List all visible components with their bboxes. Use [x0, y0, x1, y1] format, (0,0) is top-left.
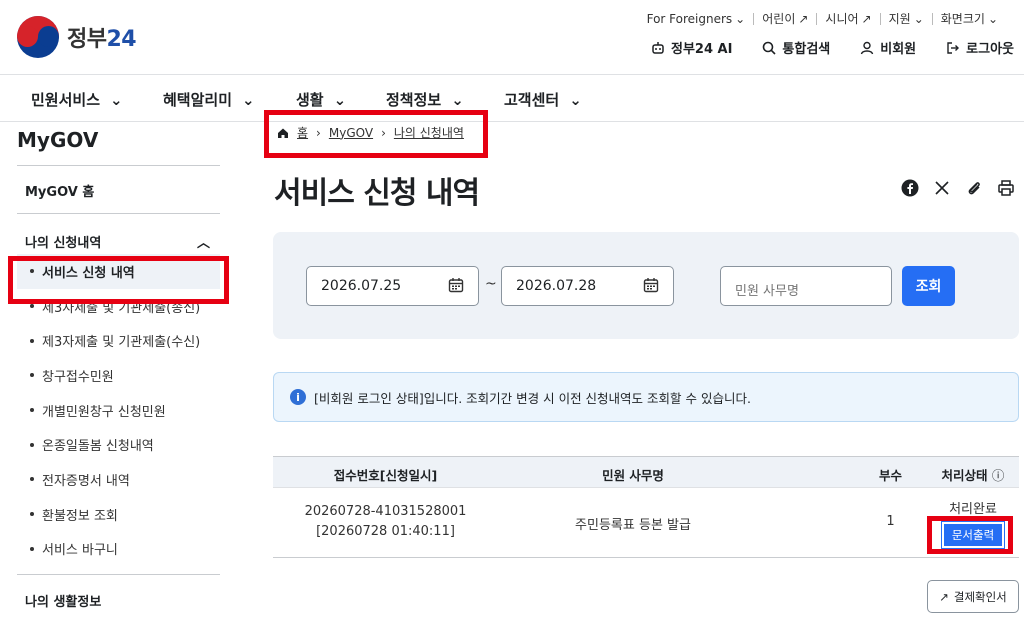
sidebar-item-mygov-home[interactable]: MyGOV 홈	[17, 166, 220, 214]
receipt-number: 20260728-41031528001	[304, 504, 467, 519]
payment-receipt-button[interactable]: ↗ 결제확인서	[927, 580, 1019, 613]
col-receipt-number: 접수번호[신청일시]	[333, 468, 438, 483]
info-circle-icon[interactable]: ⓘ	[992, 468, 1005, 483]
gov24-ai-link[interactable]: 정부24 AI	[651, 38, 732, 57]
gov24-logo[interactable]: 정부24	[17, 16, 137, 58]
table-header: 접수번호[신청일시] 민원 사무명 부수 처리상태 ⓘ	[273, 456, 1019, 488]
gnb-policy[interactable]: 정책정보 ⌄	[386, 89, 464, 110]
search-filter-panel: 2026.07.25 ~ 2026.07.28 조회	[273, 232, 1019, 339]
kids-link[interactable]: 어린이 ↗	[754, 10, 816, 27]
gnb-benefits[interactable]: 혜택알리미 ⌄	[163, 89, 255, 110]
gnb-life[interactable]: 생활 ⌄	[296, 89, 346, 110]
col-status: 처리상태 ⓘ	[941, 468, 1005, 483]
sidebar-group-applications[interactable]: 나의 신청내역 ︿	[17, 214, 220, 254]
logout-link[interactable]: 로그아웃	[946, 38, 1014, 57]
logo-text: 정부	[67, 27, 107, 52]
end-date-field[interactable]: 2026.07.28	[501, 266, 674, 306]
logo-number: 24	[106, 27, 137, 52]
search-icon	[763, 41, 776, 55]
utility-nav: For Foreigners ⌄ 어린이 ↗ 시니어 ↗ 지원 ⌄ 화면크기 ⌄	[639, 10, 1006, 27]
page-title: 서비스 신청 내역	[274, 176, 480, 211]
sidebar: MyGOV MyGOV 홈 나의 신청내역 ︿ 서비스 신청 내역 제3자제출 …	[17, 122, 220, 610]
calendar-icon[interactable]	[643, 277, 659, 293]
copy-count: 1	[886, 514, 895, 529]
chevron-down-icon: ⌄	[735, 11, 746, 26]
logout-icon	[947, 41, 960, 54]
search-button[interactable]: 조회	[902, 266, 955, 306]
chevron-down-icon: ⌄	[242, 90, 255, 109]
date-range-separator: ~	[485, 276, 497, 292]
application-table: 접수번호[신청일시] 민원 사무명 부수 처리상태 ⓘ 20260728-410…	[273, 456, 1019, 558]
x-twitter-icon[interactable]	[932, 178, 952, 198]
robot-icon	[652, 41, 664, 54]
highlight-service-history	[8, 256, 229, 304]
civil-service-name-input[interactable]	[720, 266, 892, 306]
col-service-name: 민원 사무명	[602, 468, 664, 483]
chevron-down-icon: ⌄	[451, 90, 464, 109]
sidebar-item-individual-counter[interactable]: 개별민원창구 신청민원	[17, 393, 220, 428]
support-menu[interactable]: 지원 ⌄	[881, 10, 932, 27]
integrated-search-link[interactable]: 통합검색	[762, 38, 830, 57]
service-name: 주민등록표 등본 발급	[575, 518, 691, 533]
application-datetime: [20260728 01:40:11]	[316, 524, 455, 539]
sidebar-item-third-party-receive[interactable]: 제3자제출 및 기관제출(수신)	[17, 323, 220, 358]
gnb-customer-center[interactable]: 고객센터 ⌄	[504, 89, 582, 110]
chevron-down-icon: ⌄	[987, 11, 998, 26]
start-date-field[interactable]: 2026.07.25	[306, 266, 479, 306]
sidebar-title: MyGOV	[17, 128, 220, 166]
chevron-down-icon: ⌄	[569, 90, 582, 109]
taegeuk-logo-icon	[17, 16, 59, 58]
facebook-icon[interactable]	[900, 178, 920, 198]
sidebar-item-refund[interactable]: 환불정보 조회	[17, 497, 220, 532]
highlight-print-button	[927, 516, 1013, 554]
non-member-link[interactable]: 비회원	[860, 38, 916, 57]
top-links: 정부24 AI 통합검색 비회원 로그아웃	[651, 38, 1014, 57]
table-row: 20260728-41031528001 [20260728 01:40:11]…	[273, 488, 1019, 558]
for-foreigners-link[interactable]: For Foreigners ⌄	[639, 12, 754, 26]
print-icon[interactable]	[996, 178, 1016, 198]
chevron-down-icon: ⌄	[913, 11, 924, 26]
notice-banner: i [비회원 로그인 상태]입니다. 조회기간 변경 시 이전 신청내역도 조회…	[273, 372, 1019, 422]
gnb-civil-service[interactable]: 민원서비스 ⌄	[31, 89, 123, 110]
sidebar-item-counter-application[interactable]: 창구접수민원	[17, 358, 220, 393]
senior-link[interactable]: 시니어 ↗	[817, 10, 879, 27]
info-icon: i	[290, 389, 306, 405]
external-link-icon: ↗	[798, 11, 809, 26]
external-link-icon: ↗	[861, 11, 872, 26]
chevron-down-icon: ⌄	[333, 90, 347, 109]
share-tools	[900, 178, 1016, 198]
screen-size-menu[interactable]: 화면크기 ⌄	[933, 10, 1006, 27]
sidebar-item-service-basket[interactable]: 서비스 바구니	[17, 532, 220, 567]
sidebar-item-e-certificate[interactable]: 전자증명서 내역	[17, 462, 220, 497]
status-badge: 처리완료	[949, 502, 997, 517]
user-icon	[861, 41, 874, 54]
calendar-icon[interactable]	[448, 277, 464, 293]
site-header: 정부24 For Foreigners ⌄ 어린이 ↗ 시니어 ↗ 지원 ⌄ 화면크기 ⌄…	[0, 0, 1024, 74]
external-link-icon: ↗	[939, 591, 949, 604]
highlight-breadcrumb	[264, 110, 488, 158]
sidebar-item-all-day-care[interactable]: 온종일돌봄 신청내역	[17, 427, 220, 462]
notice-text: [비회원 로그인 상태]입니다. 조회기간 변경 시 이전 신청내역도 조회할 …	[314, 390, 751, 406]
chevron-down-icon: ⌄	[110, 90, 123, 109]
col-count: 부수	[878, 468, 902, 483]
link-copy-icon[interactable]	[964, 178, 984, 198]
main-nav: 민원서비스 ⌄ 혜택알리미 ⌄ 생활 ⌄ 정책정보 ⌄ 고객센터 ⌄	[0, 74, 1024, 122]
sidebar-group-life-info[interactable]: 나의 생활정보	[17, 574, 220, 610]
chevron-up-icon: ︿	[196, 236, 210, 251]
